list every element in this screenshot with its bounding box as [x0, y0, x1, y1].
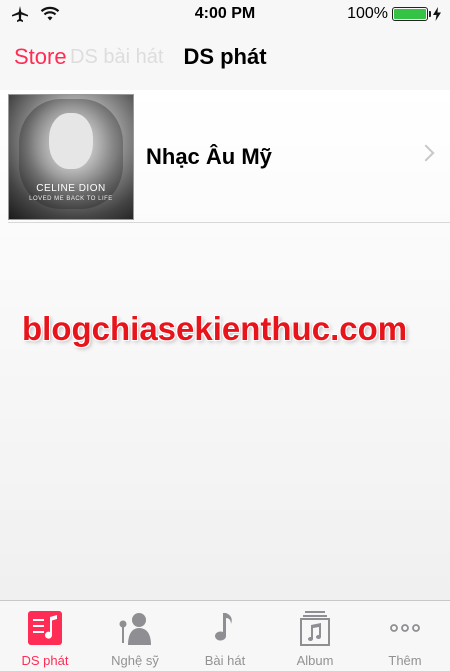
- music-note-icon: [215, 613, 232, 641]
- tab-more[interactable]: Thêm: [360, 601, 450, 671]
- navigation-bar: DS bài hát Store DS phát: [0, 28, 450, 91]
- tab-label: Bài hát: [204, 653, 246, 668]
- tab-label: DS phát: [21, 653, 69, 668]
- tab-label: Album: [296, 653, 334, 668]
- tab-albums[interactable]: Album: [270, 601, 360, 671]
- status-bar: 4:00 PM 100%: [0, 0, 450, 28]
- watermark-text: blogchiasekienthuc.com: [22, 310, 408, 347]
- album-art-subtitle: LOVED ME BACK TO LIFE: [29, 196, 113, 202]
- tab-playlists[interactable]: DS phát: [0, 601, 90, 671]
- artist-icon: [119, 613, 151, 645]
- tab-artists[interactable]: Nghệ sỹ: [90, 601, 180, 671]
- playlist-row[interactable]: CELINE DION LOVED ME BACK TO LIFE Nhạc Â…: [8, 94, 450, 223]
- bolt-icon: [433, 7, 441, 21]
- tab-bar: DS phát Nghệ sỹ Bài hát Album Thêm: [0, 600, 450, 671]
- page-title: DS phát: [183, 44, 267, 69]
- status-right: 100%: [347, 5, 442, 23]
- playlist-icon: [28, 611, 62, 645]
- battery-icon: [392, 7, 431, 21]
- album-icon: [300, 611, 330, 646]
- tab-label: Thêm: [388, 653, 422, 668]
- playlist-title: Nhạc Âu Mỹ: [146, 144, 272, 169]
- album-art: CELINE DION LOVED ME BACK TO LIFE: [8, 94, 134, 220]
- chevron-right-icon: [417, 144, 435, 162]
- battery-percent: 100%: [347, 5, 388, 22]
- more-icon: [390, 624, 420, 632]
- tab-songs[interactable]: Bài hát: [180, 601, 270, 671]
- tab-label: Nghệ sỹ: [111, 653, 159, 668]
- album-art-title: CELINE DION: [36, 183, 106, 194]
